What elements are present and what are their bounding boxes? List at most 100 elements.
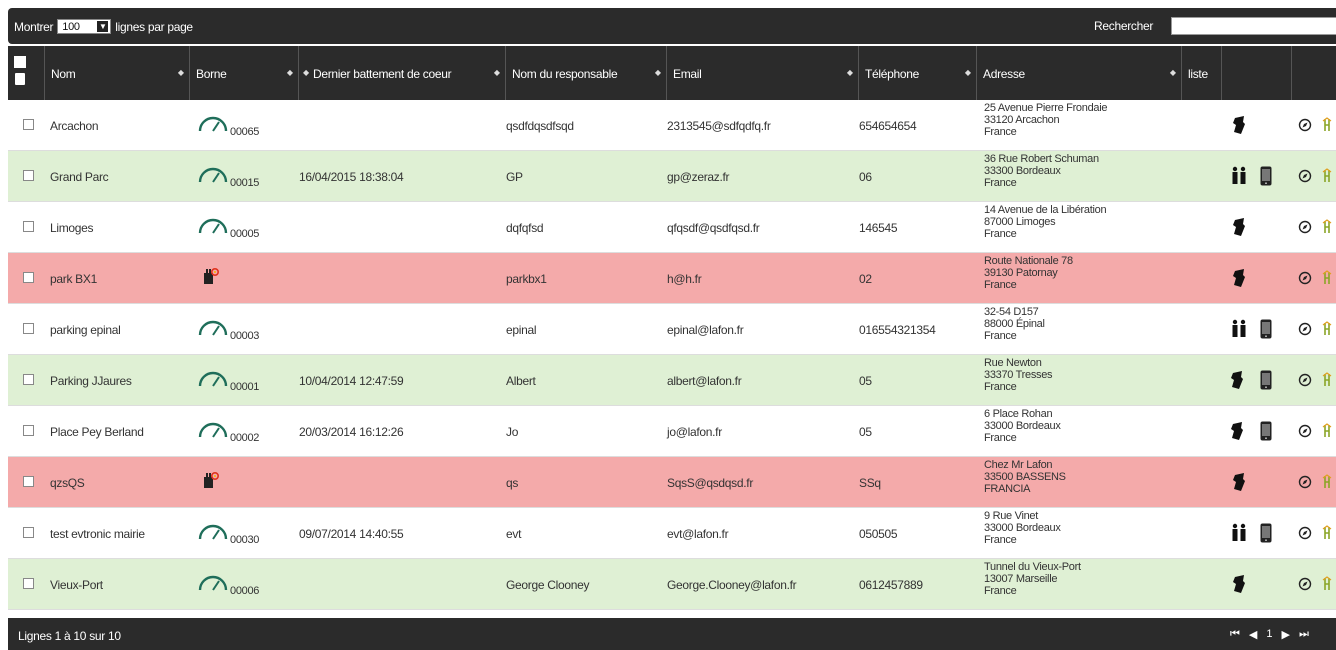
cell-nom: parking epinal [50,322,121,337]
address-line: 25 Avenue Pierre Frondaie [984,102,1108,114]
trash-icon[interactable] [15,73,25,85]
row-checkbox[interactable] [23,272,34,283]
cell-borne-id: 00002 [230,432,260,444]
cell-borne-id: 00065 [230,126,260,138]
column-header-liste[interactable]: liste [1182,46,1222,100]
compass-icon[interactable] [1298,424,1312,441]
phone-icon[interactable] [1260,370,1272,393]
page-size-select[interactable]: 100 ▼ [57,19,112,34]
compass-icon[interactable] [1298,169,1312,186]
address-line: 87000 Limoges [984,216,1056,228]
phone-icon[interactable] [1260,421,1272,444]
compass-icon[interactable] [1298,220,1312,237]
address-line: 13007 Marseille [984,573,1058,585]
row-checkbox[interactable] [23,578,34,589]
row-checkbox[interactable] [23,425,34,436]
cell-adresse: 25 Avenue Pierre Frondaie 33120 Arcachon F… [984,102,1107,138]
edit-icon[interactable] [1322,372,1332,391]
cell-adresse: Tunnel du Vieux-Port 13007 Marseille Franc… [984,561,1081,597]
table-row[interactable]: parking epinal 00003 epinal epinal@lafon.fr… [8,304,1336,355]
cell-heartbeat: 09/07/2014 14:40:55 [299,526,404,541]
cell-responsable: Jo [506,424,519,439]
row-checkbox[interactable] [23,323,34,334]
table-row[interactable]: park BX1 parkbx1 h@h.fr 02 Route Nationale 7… [8,253,1336,304]
plug-icon[interactable] [1230,421,1244,444]
current-page[interactable]: 1 [1266,628,1272,641]
table-row[interactable]: Limoges 00005 dqfqfsd qfqsdf@qsdfqsd.fr 1465… [8,202,1336,253]
address-line: 36 Rue Robert Schuman [984,153,1099,165]
plug-icon[interactable] [1232,217,1246,240]
table-row[interactable]: Vieux-Port 00006 George Clooney George.Cloo… [8,559,1336,610]
address-line: 33000 Bordeaux [984,420,1061,432]
edit-icon[interactable] [1322,576,1332,595]
table-row[interactable]: Arcachon 00065 qsdfdqsdfsqd 2313545@sdfqdfq… [8,100,1336,151]
last-page-icon[interactable]: ⏭ [1299,628,1309,641]
edit-icon[interactable] [1322,117,1332,136]
column-header-borne[interactable]: Borne ◆ [190,46,299,100]
plug-icon[interactable] [1230,370,1244,393]
compass-icon[interactable] [1298,526,1312,543]
address-line: France [984,279,1017,291]
column-header-telephone[interactable]: Téléphone ◆ [859,46,977,100]
cell-email: George.Clooney@lafon.fr [667,577,797,592]
people-icon[interactable] [1230,319,1248,342]
row-checkbox[interactable] [23,527,34,538]
column-header-responsable[interactable]: Nom du responsable ◆ [506,46,667,100]
prev-page-icon[interactable]: ◀ [1249,628,1257,641]
people-icon[interactable] [1230,523,1248,546]
phone-icon[interactable] [1260,319,1272,342]
column-header-nom[interactable]: Nom ◆ [45,46,190,100]
search-input[interactable] [1171,17,1336,35]
sort-icon: ◆ [1169,68,1176,77]
compass-icon[interactable] [1298,322,1312,339]
plug-icon[interactable] [1232,115,1246,138]
address-line: 6 Place Rohan [984,408,1053,420]
select-all-checkbox[interactable] [14,56,26,68]
edit-icon[interactable] [1322,525,1332,544]
edit-icon[interactable] [1322,321,1332,340]
phone-icon[interactable] [1260,166,1272,189]
people-icon[interactable] [1230,166,1248,189]
table-row[interactable]: Place Pey Berland 00002 20/03/2014 16:12:2… [8,406,1336,457]
plug-icon[interactable] [1232,472,1246,495]
table-row[interactable]: qzsQS qs SqsS@qsdqsd.fr SSq Chez Mr Lafon 335… [8,457,1336,508]
row-checkbox[interactable] [23,374,34,385]
phone-icon[interactable] [1260,523,1272,546]
row-checkbox[interactable] [23,119,34,130]
column-label: Adresse [983,67,1025,81]
sort-icon: ◆ [493,68,500,77]
row-checkbox[interactable] [23,221,34,232]
compass-icon[interactable] [1298,118,1312,135]
cell-nom: test evtronic mairie [50,526,145,541]
address-line: FRANCIA [984,483,1031,495]
compass-icon[interactable] [1298,271,1312,288]
cell-responsable: evt [506,526,522,541]
edit-icon[interactable] [1322,474,1332,493]
cell-borne-id: 00003 [230,330,260,342]
column-header-adresse[interactable]: Adresse ◆ [977,46,1182,100]
cell-borne-id: 00030 [230,534,260,546]
cell-telephone: 654654654 [859,118,917,133]
edit-icon[interactable] [1322,423,1332,442]
column-header-heartbeat[interactable]: Dernier battement de coeur ◆ ◆ [299,46,506,100]
row-checkbox[interactable] [23,476,34,487]
table-row[interactable]: Grand Parc 00015 16/04/2015 18:38:04 GP gp@z… [8,151,1336,202]
address-line: 9 Rue Vinet [984,510,1038,522]
address-line: 32-54 D157 [984,306,1039,318]
first-page-icon[interactable]: ⏮ [1230,628,1240,641]
compass-icon[interactable] [1298,577,1312,594]
plug-icon[interactable] [1232,574,1246,597]
table-row[interactable]: test evtronic mairie 00030 09/07/2014 14:4… [8,508,1336,559]
edit-icon[interactable] [1322,168,1332,187]
column-header-email[interactable]: Email ◆ [667,46,859,100]
plug-icon[interactable] [1232,268,1246,291]
edit-icon[interactable] [1322,219,1332,238]
compass-icon[interactable] [1298,373,1312,390]
edit-icon[interactable] [1322,270,1332,289]
sort-icon: ◆ [286,68,293,77]
table-row[interactable]: Parking JJaures 00001 10/04/2014 12:47:59 A… [8,355,1336,406]
compass-icon[interactable] [1298,475,1312,492]
next-page-icon[interactable]: ▶ [1282,628,1290,641]
cell-nom: Place Pey Berland [50,424,144,439]
row-checkbox[interactable] [23,170,34,181]
